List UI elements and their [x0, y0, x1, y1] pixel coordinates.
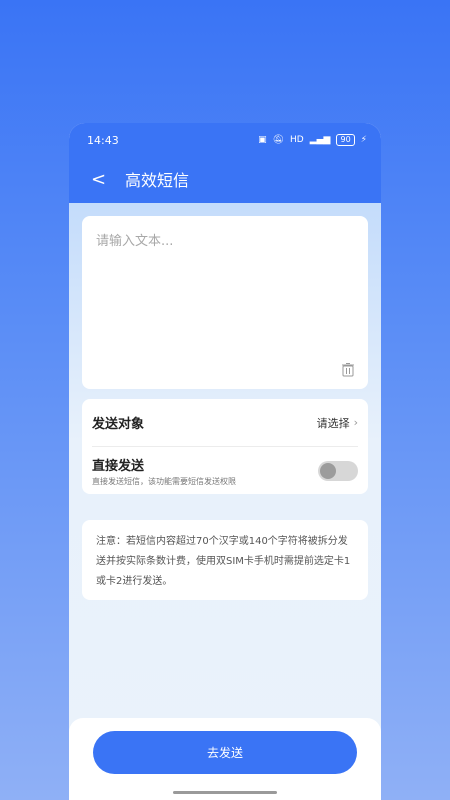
nav-bar: < 高效短信 [91, 167, 367, 191]
status-icons: ▣ 🔕︎ HD ▂▄▆ 90 ⚡︎ [258, 134, 367, 146]
nfc-icon: ▣ [258, 135, 267, 145]
hd-icon: HD [290, 135, 304, 145]
direct-send-label: 直接发送 [92, 458, 145, 474]
direct-send-row: 直接发送 直接发送短信，该功能需要短信发送权限 [92, 447, 358, 494]
trash-icon[interactable] [342, 363, 354, 377]
chevron-right-icon: › [353, 416, 358, 429]
options-card: 发送对象 请选择 › 直接发送 直接发送短信，该功能需要短信发送权限 [82, 399, 368, 494]
message-input[interactable] [96, 230, 354, 350]
charging-icon: ⚡︎ [360, 135, 367, 145]
app-header: 14:43 ▣ 🔕︎ HD ▂▄▆ 90 ⚡︎ < 高效短信 [69, 123, 381, 203]
toggle-knob [320, 462, 336, 479]
message-editor-card [82, 216, 368, 389]
signal-icon: ▂▄▆ [309, 135, 331, 145]
direct-send-desc: 直接发送短信，该功能需要短信发送权限 [92, 476, 236, 486]
home-indicator [173, 791, 277, 794]
battery-icon: 90 [336, 134, 355, 146]
app-screen: 14:43 ▣ 🔕︎ HD ▂▄▆ 90 ⚡︎ < 高效短信 请输入文本... … [69, 123, 381, 800]
mute-icon: 🔕︎ [272, 135, 285, 145]
notice-card: 注意：若短信内容超过70个汉字或140个字符将被拆分发送并按实际条数计费，使用双… [82, 520, 368, 600]
back-icon[interactable]: < [91, 169, 121, 190]
bottom-bar: 去发送 [69, 718, 381, 800]
direct-send-text: 直接发送 直接发送短信，该功能需要短信发送权限 [92, 455, 236, 487]
status-time: 14:43 [87, 133, 119, 147]
direct-send-toggle[interactable] [318, 460, 358, 481]
recipient-label: 发送对象 [92, 417, 145, 432]
recipient-row[interactable]: 发送对象 请选择 › [92, 399, 358, 447]
notice-text: 注意：若短信内容超过70个汉字或140个字符将被拆分发送并按实际条数计费，使用双… [96, 536, 351, 587]
page-title: 高效短信 [125, 171, 190, 190]
content-area: 发送对象 请选择 › 直接发送 直接发送短信，该功能需要短信发送权限 注意：若短… [69, 203, 381, 800]
recipient-select[interactable]: 请选择 › [317, 415, 358, 431]
status-bar: 14:43 ▣ 🔕︎ HD ▂▄▆ 90 ⚡︎ [87, 131, 367, 149]
send-button[interactable]: 去发送 [93, 731, 357, 774]
recipient-value: 请选择 [316, 416, 350, 430]
